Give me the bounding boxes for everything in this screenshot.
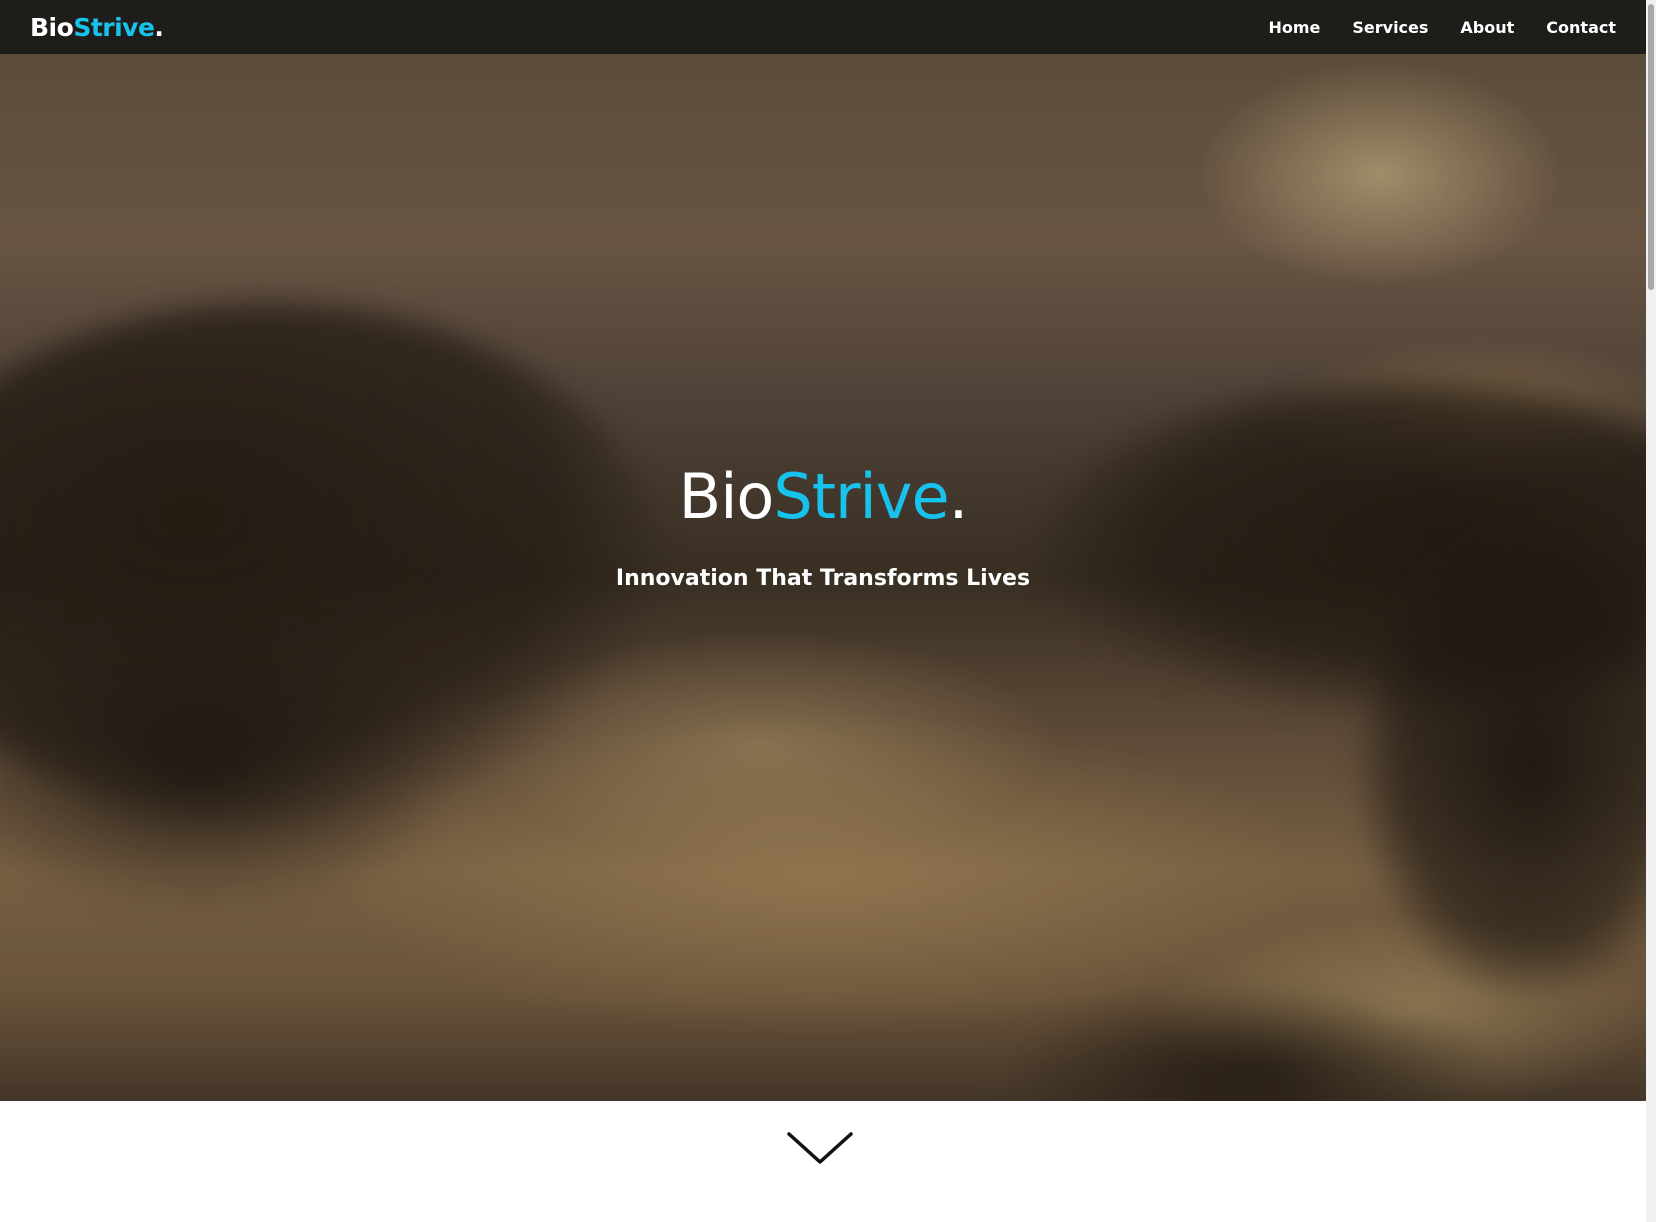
brand-prefix: Bio <box>30 12 74 42</box>
hero-content: BioStrive. Innovation That Transforms Li… <box>0 54 1646 1101</box>
chevron-down-icon <box>787 1132 853 1164</box>
brand-logo-link[interactable]: BioStrive. <box>30 12 164 42</box>
scrollbar-thumb[interactable] <box>1648 4 1654 290</box>
hero-title-suffix: . <box>948 460 969 533</box>
main-nav: Home Services About Contact <box>1268 18 1616 37</box>
hero-title-accent: Strive <box>773 460 949 533</box>
brand-accent: Strive <box>73 12 155 42</box>
nav-link-services[interactable]: Services <box>1352 18 1428 37</box>
scroll-down-button[interactable] <box>787 1131 853 1167</box>
top-navbar: BioStrive. Home Services About Contact <box>0 0 1646 54</box>
nav-link-contact[interactable]: Contact <box>1546 18 1616 37</box>
nav-link-about[interactable]: About <box>1460 18 1514 37</box>
nav-link-home[interactable]: Home <box>1268 18 1320 37</box>
hero-title: BioStrive. <box>0 460 1646 533</box>
page: BioStrive. Home Services About Contact B… <box>0 0 1656 1222</box>
brand-suffix: . <box>154 12 164 42</box>
content-section <box>0 1101 1646 1222</box>
hero-section: BioStrive. Innovation That Transforms Li… <box>0 54 1646 1101</box>
hero-tagline: Innovation That Transforms Lives <box>615 566 1031 591</box>
page-scrollbar[interactable] <box>1646 0 1656 1222</box>
hero-title-prefix: Bio <box>678 460 775 533</box>
